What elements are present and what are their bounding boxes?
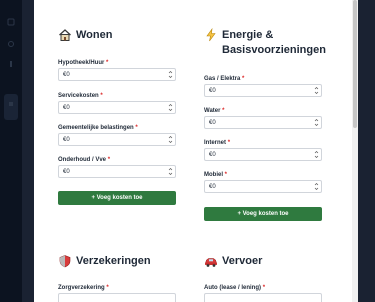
section-title-verzekeringen: Verzekeringen [58, 254, 188, 269]
lightning-icon [204, 28, 218, 42]
field-label: Mobiel * [204, 172, 228, 178]
onderhoud-input[interactable]: €0 [58, 165, 176, 178]
modal-scrollbar[interactable] [352, 0, 358, 302]
section-wonen: Wonen [58, 28, 178, 43]
house-icon [58, 28, 72, 42]
number-spinner[interactable] [168, 70, 173, 79]
field-zorgverzekering: Zorgverzekering * [58, 284, 178, 302]
section-title-vervoer: Vervoer [204, 254, 334, 269]
number-spinner[interactable] [168, 167, 173, 176]
title-line-1: Energie & [222, 29, 274, 41]
number-spinner[interactable] [168, 135, 173, 144]
gemeentelijke-belastingen-input[interactable]: €0 [58, 133, 176, 146]
car-icon [204, 254, 218, 268]
field-label: Gas / Elektra * [204, 76, 245, 82]
title-line-2: Basisvoorzieningen [222, 44, 326, 56]
field-label: Auto (lease / lening) * [204, 285, 266, 291]
number-spinner[interactable] [168, 103, 173, 112]
side-rail [0, 0, 23, 302]
field-label: Servicekosten * [58, 93, 103, 99]
mobiel-input[interactable]: €0 [204, 180, 322, 193]
scrollbar-thumb[interactable] [353, 0, 357, 128]
add-cost-button-wonen[interactable]: + Voeg kosten toe [58, 191, 176, 205]
add-cost-button-energie[interactable]: + Voeg kosten toe [204, 207, 322, 221]
nav-icon[interactable] [7, 18, 15, 26]
number-spinner[interactable] [314, 118, 319, 127]
field-label: Internet * [204, 140, 231, 146]
section-vervoer: Vervoer [204, 254, 334, 269]
field-label: Zorgverzekering * [58, 285, 109, 291]
field-auto: Auto (lease / lening) * [204, 284, 324, 302]
field-label: Hypotheek/Huur * [58, 60, 109, 66]
water-input[interactable]: €0 [204, 116, 322, 129]
internet-input[interactable]: €0 [204, 148, 322, 161]
field-water: Water * €0 [204, 107, 324, 133]
section-verzekeringen: Verzekeringen [58, 254, 188, 269]
number-spinner[interactable] [314, 150, 319, 159]
nav-icon[interactable] [7, 40, 15, 48]
field-hypotheek: Hypotheek/Huur * €0 [58, 59, 178, 85]
expenses-modal: Wonen Hypotheek/Huur * €0 Servicekosten … [34, 0, 352, 302]
field-servicekosten: Servicekosten * €0 [58, 92, 178, 118]
zorgverzekering-input[interactable] [58, 293, 176, 302]
field-onderhoud: Onderhoud / Vve * €0 [58, 156, 178, 182]
nav-icon[interactable] [7, 60, 15, 68]
field-mobiel: Mobiel * €0 [204, 171, 324, 197]
field-label: Water * [204, 108, 225, 114]
gas-elektra-input[interactable]: €0 [204, 84, 322, 97]
shield-icon [58, 254, 72, 268]
servicekosten-input[interactable]: €0 [58, 101, 176, 114]
auto-input[interactable] [204, 293, 322, 302]
field-internet: Internet * €0 [204, 139, 324, 165]
section-title-text: Energie & Basisvoorzieningen [222, 28, 326, 58]
section-title-text: Wonen [76, 29, 113, 41]
number-spinner[interactable] [314, 86, 319, 95]
nav-icon [7, 100, 15, 108]
field-label: Gemeentelijke belastingen * [58, 125, 138, 131]
field-gas-elektra: Gas / Elektra * €0 [204, 75, 324, 101]
section-title-text: Verzekeringen [76, 255, 151, 267]
hypotheek-input[interactable]: €0 [58, 68, 176, 81]
section-energie: Energie & Basisvoorzieningen [204, 28, 344, 58]
field-label: Onderhoud / Vve * [58, 157, 111, 163]
section-title-text: Vervoer [222, 255, 263, 267]
field-gemeentelijke-belastingen: Gemeentelijke belastingen * €0 [58, 124, 178, 150]
section-title-wonen: Wonen [58, 28, 178, 43]
section-title-energie: Energie & Basisvoorzieningen [204, 28, 344, 58]
number-spinner[interactable] [314, 182, 319, 191]
